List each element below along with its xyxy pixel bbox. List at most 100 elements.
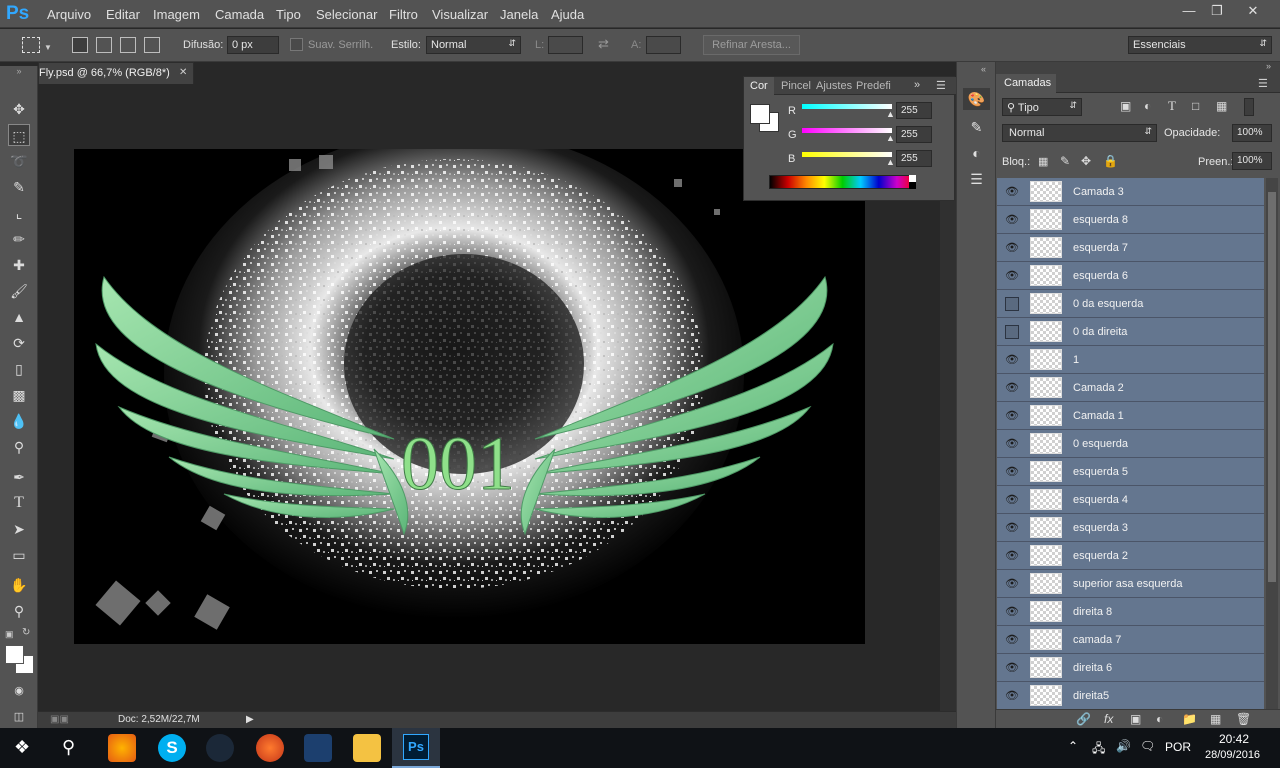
close-icon[interactable]: ✕: [1238, 2, 1268, 20]
link-layers-icon[interactable]: 🔗: [1076, 712, 1091, 726]
healing-brush-tool-icon[interactable]: ✚: [8, 254, 30, 276]
menu-selecionar[interactable]: Selecionar: [316, 7, 377, 22]
artwork-canvas[interactable]: 001: [74, 149, 865, 644]
blur-tool-icon[interactable]: 💧: [8, 410, 30, 432]
foreground-color-swatch[interactable]: [750, 104, 770, 124]
tab-cor[interactable]: Cor: [744, 77, 774, 96]
delete-layer-icon[interactable]: 🗑: [1236, 712, 1251, 726]
layer-row[interactable]: 👁 direita 8: [997, 598, 1264, 626]
collapse-layers-icon[interactable]: »: [1266, 61, 1271, 71]
slider-thumb-icon[interactable]: ▲: [886, 109, 895, 119]
eye-icon[interactable]: 👁: [1005, 493, 1019, 507]
layer-row[interactable]: 👁 1: [997, 346, 1264, 374]
zoom-field-icon[interactable]: ▣▣: [50, 714, 69, 725]
layer-row[interactable]: 0 da esquerda: [997, 290, 1264, 318]
layer-name[interactable]: esquerda 2: [1073, 550, 1128, 562]
quick-mask-icon[interactable]: ◉: [8, 680, 30, 702]
layer-row[interactable]: 👁 esquerda 4: [997, 486, 1264, 514]
clock-time[interactable]: 20:42: [1219, 732, 1249, 746]
tab-ajustes[interactable]: Ajustes: [816, 80, 852, 92]
menu-tipo[interactable]: Tipo: [276, 7, 301, 22]
layer-row[interactable]: 👁 esquerda 5: [997, 458, 1264, 486]
document-tab[interactable]: Fly.psd @ 66,7% (RGB/8*) ✕: [38, 62, 194, 84]
feather-input[interactable]: 0 px: [227, 36, 279, 54]
channel-input-r[interactable]: 255: [896, 102, 932, 119]
language-indicator[interactable]: POR: [1165, 740, 1191, 754]
file-explorer-icon[interactable]: [353, 734, 381, 762]
default-colors-icon[interactable]: ▣: [5, 629, 14, 640]
panel-menu-icon[interactable]: ☰: [1258, 77, 1268, 90]
menu-ajuda[interactable]: Ajuda: [551, 7, 584, 22]
layer-row[interactable]: 0 da direita: [997, 318, 1264, 346]
eye-icon[interactable]: 👁: [1005, 633, 1019, 647]
lock-transparency-icon[interactable]: ▦: [1038, 155, 1048, 168]
eye-icon[interactable]: 👁: [1005, 213, 1019, 227]
clone-stamp-tool-icon[interactable]: ▲: [8, 306, 30, 328]
foreground-color-swatch[interactable]: [5, 645, 24, 664]
layers-scrollbar[interactable]: [1266, 178, 1278, 709]
layer-filter-select[interactable]: ⚲ Tipo ⇵: [1002, 98, 1082, 116]
layer-row[interactable]: 👁 esquerda 3: [997, 514, 1264, 542]
eye-icon[interactable]: 👁: [1005, 381, 1019, 395]
rectangle-tool-icon[interactable]: ▭: [8, 544, 30, 566]
layer-row[interactable]: 👁 direita5: [997, 682, 1264, 709]
eraser-tool-icon[interactable]: ▯: [8, 358, 30, 380]
layer-name[interactable]: esquerda 3: [1073, 522, 1128, 534]
layer-name[interactable]: Camada 1: [1073, 410, 1124, 422]
status-menu-arrow-icon[interactable]: ▶: [246, 714, 254, 725]
eye-icon[interactable]: 👁: [1005, 241, 1019, 255]
layer-name[interactable]: 0 esquerda: [1073, 438, 1128, 450]
menu-visualizar[interactable]: Visualizar: [432, 7, 488, 22]
antialias-checkbox[interactable]: [290, 38, 303, 51]
network-icon[interactable]: 🖧: [1092, 739, 1105, 760]
quick-selection-tool-icon[interactable]: ✎: [8, 176, 30, 198]
search-icon[interactable]: ⚲: [62, 737, 75, 758]
gradient-tool-icon[interactable]: ▩: [8, 384, 30, 406]
layer-name[interactable]: 1: [1073, 354, 1079, 366]
layer-row[interactable]: 👁 esquerda 6: [997, 262, 1264, 290]
color-spectrum-ramp[interactable]: [769, 175, 916, 189]
blend-mode-select[interactable]: Normal ⇵: [1002, 124, 1157, 142]
menu-arquivo[interactable]: Arquivo: [47, 7, 91, 22]
presets-panel-toggle-icon[interactable]: ☰: [963, 168, 990, 190]
layer-name[interactable]: direita 8: [1073, 606, 1112, 618]
channel-input-b[interactable]: 255: [896, 150, 932, 167]
layer-name[interactable]: Camada 3: [1073, 186, 1124, 198]
lock-position-icon[interactable]: ✥: [1081, 154, 1091, 168]
firefox-icon[interactable]: [108, 734, 136, 762]
channel-slider-b[interactable]: [802, 152, 892, 157]
eye-icon[interactable]: 👁: [1005, 661, 1019, 675]
layer-name[interactable]: Camada 2: [1073, 382, 1124, 394]
spectrum-white-swatch[interactable]: [909, 175, 916, 182]
hidden-eye-icon[interactable]: [1005, 325, 1019, 339]
layer-row[interactable]: 👁 Camada 2: [997, 374, 1264, 402]
layer-row[interactable]: 👁 esquerda 2: [997, 542, 1264, 570]
lock-all-icon[interactable]: 🔒: [1103, 154, 1118, 168]
eye-icon[interactable]: 👁: [1005, 437, 1019, 451]
layer-name[interactable]: esquerda 4: [1073, 494, 1128, 506]
new-group-icon[interactable]: 📁: [1182, 712, 1197, 726]
lasso-tool-icon[interactable]: ➰: [8, 150, 30, 172]
steam-icon[interactable]: [206, 734, 234, 762]
expand-panel-icon[interactable]: »: [914, 79, 920, 91]
marquee-tool-preset-icon[interactable]: [22, 37, 40, 53]
swap-colors-icon[interactable]: ↻: [22, 627, 30, 638]
new-selection-icon[interactable]: [72, 37, 88, 53]
layer-row[interactable]: 👁 Camada 1: [997, 402, 1264, 430]
layer-row[interactable]: 👁 esquerda 7: [997, 234, 1264, 262]
refine-edge-button[interactable]: Refinar Aresta...: [703, 35, 800, 55]
layer-name[interactable]: esquerda 6: [1073, 270, 1128, 282]
history-brush-tool-icon[interactable]: ⟳: [8, 332, 30, 354]
layer-style-icon[interactable]: fx: [1104, 712, 1113, 726]
adjustment-layer-icon[interactable]: ◐: [1156, 712, 1163, 726]
hidden-eye-icon[interactable]: [1005, 297, 1019, 311]
channel-slider-g[interactable]: [802, 128, 892, 133]
layer-name[interactable]: direita 6: [1073, 662, 1112, 674]
eye-icon[interactable]: 👁: [1005, 577, 1019, 591]
eye-icon[interactable]: 👁: [1005, 185, 1019, 199]
height-input[interactable]: [646, 36, 681, 54]
collapse-toolbar-icon[interactable]: »: [0, 66, 38, 80]
spectrum-black-swatch[interactable]: [909, 182, 916, 189]
notifications-icon[interactable]: 🗨: [1140, 739, 1155, 753]
lock-pixels-icon[interactable]: ✎: [1060, 154, 1070, 168]
